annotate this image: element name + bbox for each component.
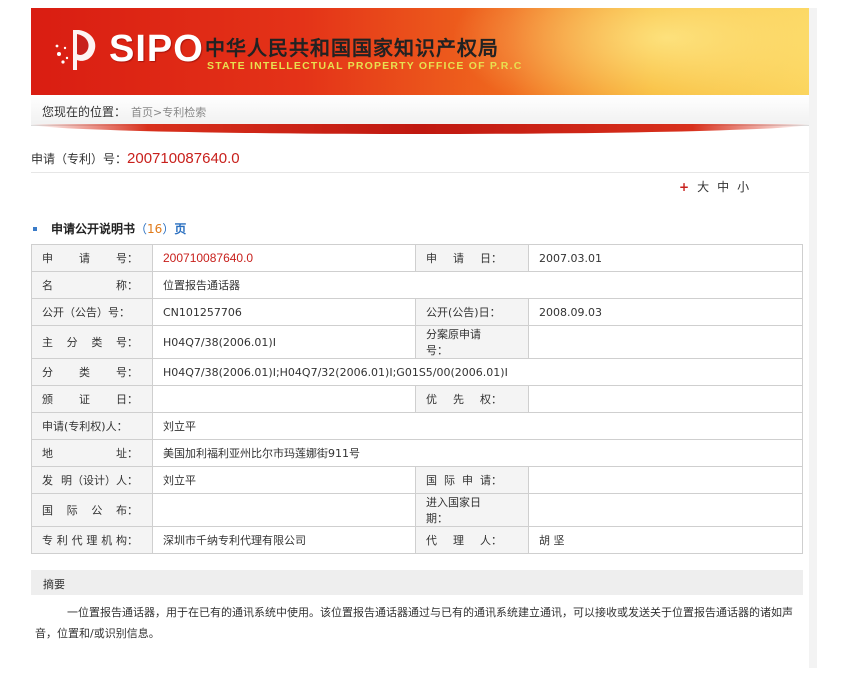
plus-icon: +: [679, 180, 690, 194]
office-name-cn: 中华人民共和国国家知识产权局: [205, 36, 499, 60]
field-label: 分类号：: [31, 358, 153, 386]
field-label: 地址：: [31, 439, 153, 467]
field-value: 刘立平: [152, 466, 416, 494]
field-label: 申请号：: [31, 244, 153, 272]
sipo-logo-text: SIPO: [109, 28, 204, 70]
font-size-small-button[interactable]: 小: [737, 180, 749, 194]
field-label: 代理人：: [415, 526, 529, 554]
field-value: 2007.03.01: [528, 244, 803, 272]
table-row: 国际公布： 进入国家日期：: [31, 493, 803, 527]
font-size-medium-button[interactable]: 中: [717, 180, 729, 194]
section-title: 申请公开说明书（16）页: [31, 220, 186, 237]
table-row: 地址： 美国加利福利亚州比尔市玛莲娜街911号: [31, 439, 803, 467]
field-value: 位置报告通话器: [152, 271, 803, 299]
application-number: 200710087640.0: [127, 150, 240, 167]
field-label: 分案原申请号：: [415, 325, 529, 359]
page-count: 16: [147, 222, 163, 236]
bullet-icon: [33, 226, 37, 231]
decorative-red-line: [31, 124, 809, 134]
header-banner: SIPO 中华人民共和国国家知识产权局 STATE INTELLECTUAL P…: [31, 8, 809, 95]
breadcrumb: 您现在的位置： 首页>专利检索: [31, 95, 809, 126]
field-label: 主分类号：: [31, 325, 153, 359]
field-label: 公开(公告)日：: [415, 298, 529, 326]
field-value: [152, 493, 416, 527]
abstract-heading: 摘要: [43, 578, 65, 591]
abstract-text: 一位置报告通话器，用于在已有的通讯系统中使用。该位置报告通话器通过与已有的通讯系…: [35, 606, 793, 640]
field-value: 刘立平: [152, 412, 803, 440]
field-label: 进入国家日期：: [415, 493, 529, 527]
field-label: 国际申请：: [415, 466, 529, 494]
breadcrumb-label: 您现在的位置：: [42, 105, 127, 119]
field-value: 深圳市千纳专利代理有限公司: [152, 526, 416, 554]
field-label: 颁证日：: [31, 385, 153, 413]
right-border: [809, 8, 817, 668]
divider: [31, 172, 809, 173]
table-row: 分类号： H04Q7/38(2006.01)I;H04Q7/32(2006.01)…: [31, 358, 803, 386]
font-size-large-button[interactable]: 大: [697, 180, 709, 194]
abstract-header: 摘要: [31, 570, 803, 595]
field-label: 发明（设计）人：: [31, 466, 153, 494]
table-row: 公开（公告）号： CN101257706 公开(公告)日： 2008.09.03: [31, 298, 803, 326]
field-value: 胡 坚: [528, 526, 803, 554]
field-value: CN101257706: [152, 298, 416, 326]
field-label: 专利代理机构：: [31, 526, 153, 554]
breadcrumb-current-link[interactable]: 专利检索: [162, 106, 206, 119]
field-value: 美国加利福利亚州比尔市玛莲娜街911号: [152, 439, 803, 467]
field-label: 名称：: [31, 271, 153, 299]
field-value: [152, 385, 416, 413]
field-value: [528, 325, 803, 359]
field-label: 国际公布：: [31, 493, 153, 527]
breadcrumb-separator: >: [153, 106, 163, 119]
table-row: 专利代理机构： 深圳市千纳专利代理有限公司代理人：胡 坚: [31, 526, 803, 554]
table-row: 主分类号： H04Q7/38(2006.01)I 分案原申请号：: [31, 325, 803, 359]
field-label: 申请(专利权)人：: [31, 412, 153, 440]
section-title-text: 申请公开说明书: [51, 222, 136, 236]
office-name-en: STATE INTELLECTUAL PROPERTY OFFICE OF P.…: [207, 60, 523, 72]
bibliographic-table: 申请号： 200710087640.0 申请日： 2007.03.01 名称： 位置报告通…: [31, 244, 803, 554]
table-row: 申请号： 200710087640.0 申请日： 2007.03.01: [31, 244, 803, 272]
field-value: [528, 385, 803, 413]
page-unit-link[interactable]: 页: [174, 222, 186, 236]
sipo-logo-icon: [55, 30, 96, 70]
table-row: 颁证日： 优先权：: [31, 385, 803, 413]
field-value: 2008.09.03: [528, 298, 803, 326]
table-row: 发明（设计）人： 刘立平国际申请：: [31, 466, 803, 494]
application-number-label: 申请（专利）号：: [31, 152, 128, 166]
table-row: 名称： 位置报告通话器: [31, 271, 803, 299]
field-value: H04Q7/38(2006.01)I;H04Q7/32(2006.01)I;G0…: [152, 358, 803, 386]
field-value: H04Q7/38(2006.01)I: [152, 325, 416, 359]
breadcrumb-home-link[interactable]: 首页: [131, 106, 153, 119]
field-value: [528, 493, 803, 527]
field-label: 公开（公告）号：: [31, 298, 153, 326]
application-number-header: 申请（专利）号：200710087640.0: [31, 150, 240, 167]
field-label: 申请日：: [415, 244, 529, 272]
field-value: [528, 466, 803, 494]
field-value: 200710087640.0: [152, 244, 416, 272]
table-row: 申请(专利权)人： 刘立平: [31, 412, 803, 440]
field-label: 优先权：: [415, 385, 529, 413]
font-size-control: + 大中小: [679, 178, 753, 195]
